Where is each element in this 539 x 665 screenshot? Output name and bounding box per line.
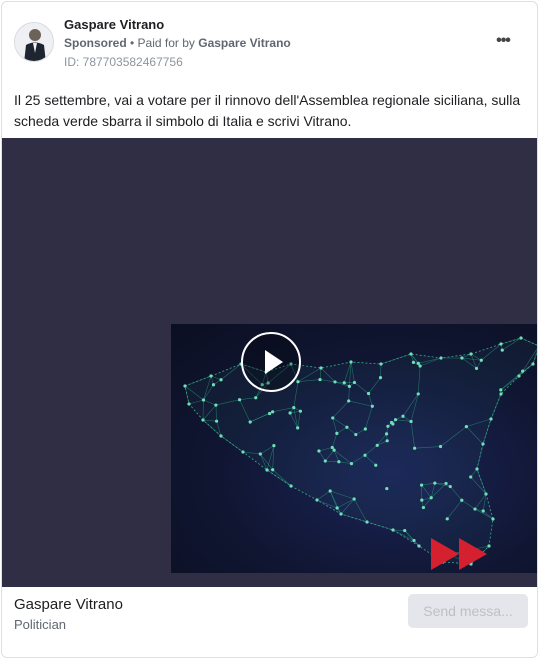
page-name[interactable]: Gaspare Vitrano — [64, 17, 164, 32]
fast-forward-icon — [431, 538, 487, 570]
play-button[interactable] — [241, 332, 301, 392]
sponsored-label: Sponsored — [64, 36, 127, 50]
ad-card: Gaspare Vitrano Sponsored • Paid for by … — [1, 1, 538, 658]
more-options-icon[interactable]: ••• — [491, 32, 515, 52]
footer-page-name[interactable]: Gaspare Vitrano — [14, 596, 123, 613]
send-message-button[interactable]: Send messa... — [408, 594, 528, 628]
ad-media — [2, 138, 537, 587]
sponsored-line: Sponsored • Paid for by Gaspare Vitrano — [64, 36, 291, 50]
ad-id: ID: 787703582467756 — [64, 55, 183, 69]
avatar[interactable] — [14, 22, 54, 62]
footer-category: Politician — [14, 617, 67, 632]
play-icon — [265, 350, 283, 374]
ad-footer: Gaspare Vitrano Politician Send messa... — [2, 587, 537, 657]
video-player[interactable] — [171, 324, 537, 573]
paid-for-name: Gaspare Vitrano — [198, 36, 291, 50]
ad-body-text: Il 25 settembre, vai a votare per il rin… — [14, 92, 521, 129]
paid-for-prefix: Paid for by — [137, 36, 199, 50]
ad-header: Gaspare Vitrano Sponsored • Paid for by … — [14, 16, 525, 76]
separator-dot: • — [126, 36, 138, 50]
